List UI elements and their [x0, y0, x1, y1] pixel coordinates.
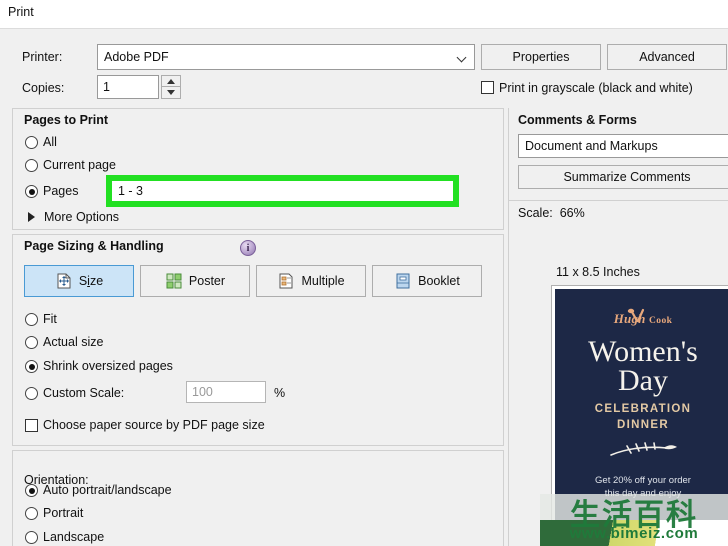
radio-custom-scale-label: Custom Scale: — [43, 386, 125, 400]
paper-source-label: Choose paper source by PDF page size — [43, 418, 265, 432]
more-options-chevron-icon[interactable] — [28, 212, 35, 222]
radio-pages-label: Pages — [43, 184, 79, 198]
multiple-button-label: Multiple — [301, 274, 345, 288]
custom-scale-input[interactable]: 100 — [186, 381, 266, 403]
radio-all-label: All — [43, 135, 57, 149]
advanced-button[interactable]: Advanced — [607, 44, 727, 70]
comments-forms-value: Document and Markups — [525, 139, 658, 153]
flyer-footer-line1: Get 20% off your order — [595, 475, 691, 486]
multiple-icon — [277, 272, 295, 290]
flyer-title: Women's Day — [555, 335, 728, 397]
grayscale-checkbox[interactable] — [481, 81, 494, 94]
radio-auto-orientation[interactable] — [25, 484, 38, 497]
properties-button-label: Properties — [512, 50, 570, 64]
copies-input[interactable]: 1 — [97, 75, 159, 99]
info-icon-glyph: i — [246, 242, 250, 254]
multiple-button[interactable]: Multiple — [256, 265, 366, 297]
custom-scale-value: 100 — [192, 385, 213, 399]
radio-current-page[interactable] — [25, 159, 38, 172]
radio-portrait-label: Portrait — [43, 506, 84, 520]
radio-pages[interactable] — [25, 185, 38, 198]
grayscale-label: Print in grayscale (black and white) — [499, 81, 693, 95]
copies-stepper[interactable] — [161, 75, 181, 99]
booklet-button[interactable]: Booklet — [372, 265, 482, 297]
flyer-logo-sub: Cook — [649, 316, 673, 326]
radio-fit-label: Fit — [43, 312, 57, 326]
chevron-down-icon — [450, 45, 474, 69]
flyer-logo-main: Hugh — [613, 311, 646, 326]
poster-button-label: Poster — [188, 274, 226, 288]
radio-landscape-label: Landscape — [43, 530, 105, 544]
title-bar: Print — [0, 0, 728, 28]
summarize-comments-label: Summarize Comments — [563, 170, 691, 184]
pages-input-value: 1 - 3 — [118, 184, 144, 198]
booklet-icon — [394, 272, 412, 290]
page-sizing-header: Page Sizing & Handling — [24, 239, 164, 253]
size-button-label: Size — [78, 274, 104, 288]
advanced-button-label: Advanced — [639, 50, 695, 64]
page-size-label: 11 x 8.5 Inches — [556, 265, 640, 279]
radio-custom-scale[interactable] — [25, 387, 38, 400]
copies-label: Copies: — [22, 81, 65, 95]
booklet-button-label: Booklet — [418, 274, 460, 288]
scale-value: 66% — [559, 206, 585, 220]
flyer-footer: Get 20% off your order this day and enjo… — [555, 474, 728, 500]
flyer-subtitle: CELEBRATION DINNER — [555, 401, 728, 433]
radio-fit[interactable] — [25, 313, 38, 326]
radio-auto-orientation-label: Auto portrait/landscape — [43, 483, 172, 497]
flyer-title-line2: Day — [618, 364, 668, 397]
pages-to-print-header: Pages to Print — [24, 113, 109, 127]
poster-icon — [165, 272, 183, 290]
properties-button[interactable]: Properties — [481, 44, 601, 70]
radio-actual-size-label: Actual size — [43, 335, 104, 349]
pages-input[interactable]: 1 - 3 — [112, 181, 453, 201]
panel-divider — [508, 108, 509, 546]
flyer-canvas: Hugh Cook Women's Day CELEBRATION DINNER — [555, 289, 728, 545]
comments-forms-header: Comments & Forms — [518, 113, 637, 127]
info-icon[interactable]: i — [240, 240, 256, 256]
scale-info: Scale: 66% — [518, 206, 585, 220]
flyer-title-line1: Women's — [588, 335, 698, 368]
printer-label: Printer: — [22, 50, 63, 64]
flyer-footer-line2: this day and enjoy — [604, 488, 682, 499]
scale-label: Scale: — [518, 206, 553, 220]
more-options-label[interactable]: More Options — [44, 210, 119, 224]
radio-landscape[interactable] — [25, 531, 38, 544]
copies-input-value: 1 — [103, 80, 110, 94]
radio-portrait[interactable] — [25, 507, 38, 520]
pages-input-highlight: 1 - 3 — [106, 175, 459, 207]
copies-stepper-down[interactable] — [162, 87, 180, 98]
printer-select-value: Adobe PDF — [104, 50, 169, 64]
poster-button[interactable]: Poster — [140, 265, 250, 297]
printer-section: Printer: Adobe PDF Properties Advanced C… — [0, 28, 728, 107]
comments-divider — [508, 200, 728, 201]
window-title: Print — [8, 5, 34, 19]
paper-source-checkbox[interactable] — [25, 419, 38, 432]
flyer-subtitle-line2: DINNER — [617, 419, 669, 431]
size-icon — [55, 272, 73, 290]
flyer-subtitle-line1: CELEBRATION — [594, 403, 692, 415]
copies-stepper-up[interactable] — [162, 76, 180, 87]
flyer-logo: Hugh Cook — [555, 311, 728, 327]
size-button[interactable]: Size — [24, 265, 134, 297]
summarize-comments-button[interactable]: Summarize Comments — [518, 165, 728, 189]
printer-select[interactable]: Adobe PDF — [97, 44, 475, 70]
print-dialog: Print Printer: Adobe PDF Properties Adva… — [0, 0, 728, 546]
radio-all[interactable] — [25, 136, 38, 149]
radio-current-page-label: Current page — [43, 158, 116, 172]
radio-actual-size[interactable] — [25, 336, 38, 349]
percent-label: % — [274, 386, 286, 400]
radio-shrink-oversized-label: Shrink oversized pages — [43, 359, 173, 373]
leaf-ornament-icon — [605, 441, 681, 466]
radio-shrink-oversized[interactable] — [25, 360, 38, 373]
comments-forms-select[interactable]: Document and Markups — [518, 134, 728, 158]
document-preview[interactable]: Hugh Cook Women's Day CELEBRATION DINNER — [551, 285, 728, 546]
